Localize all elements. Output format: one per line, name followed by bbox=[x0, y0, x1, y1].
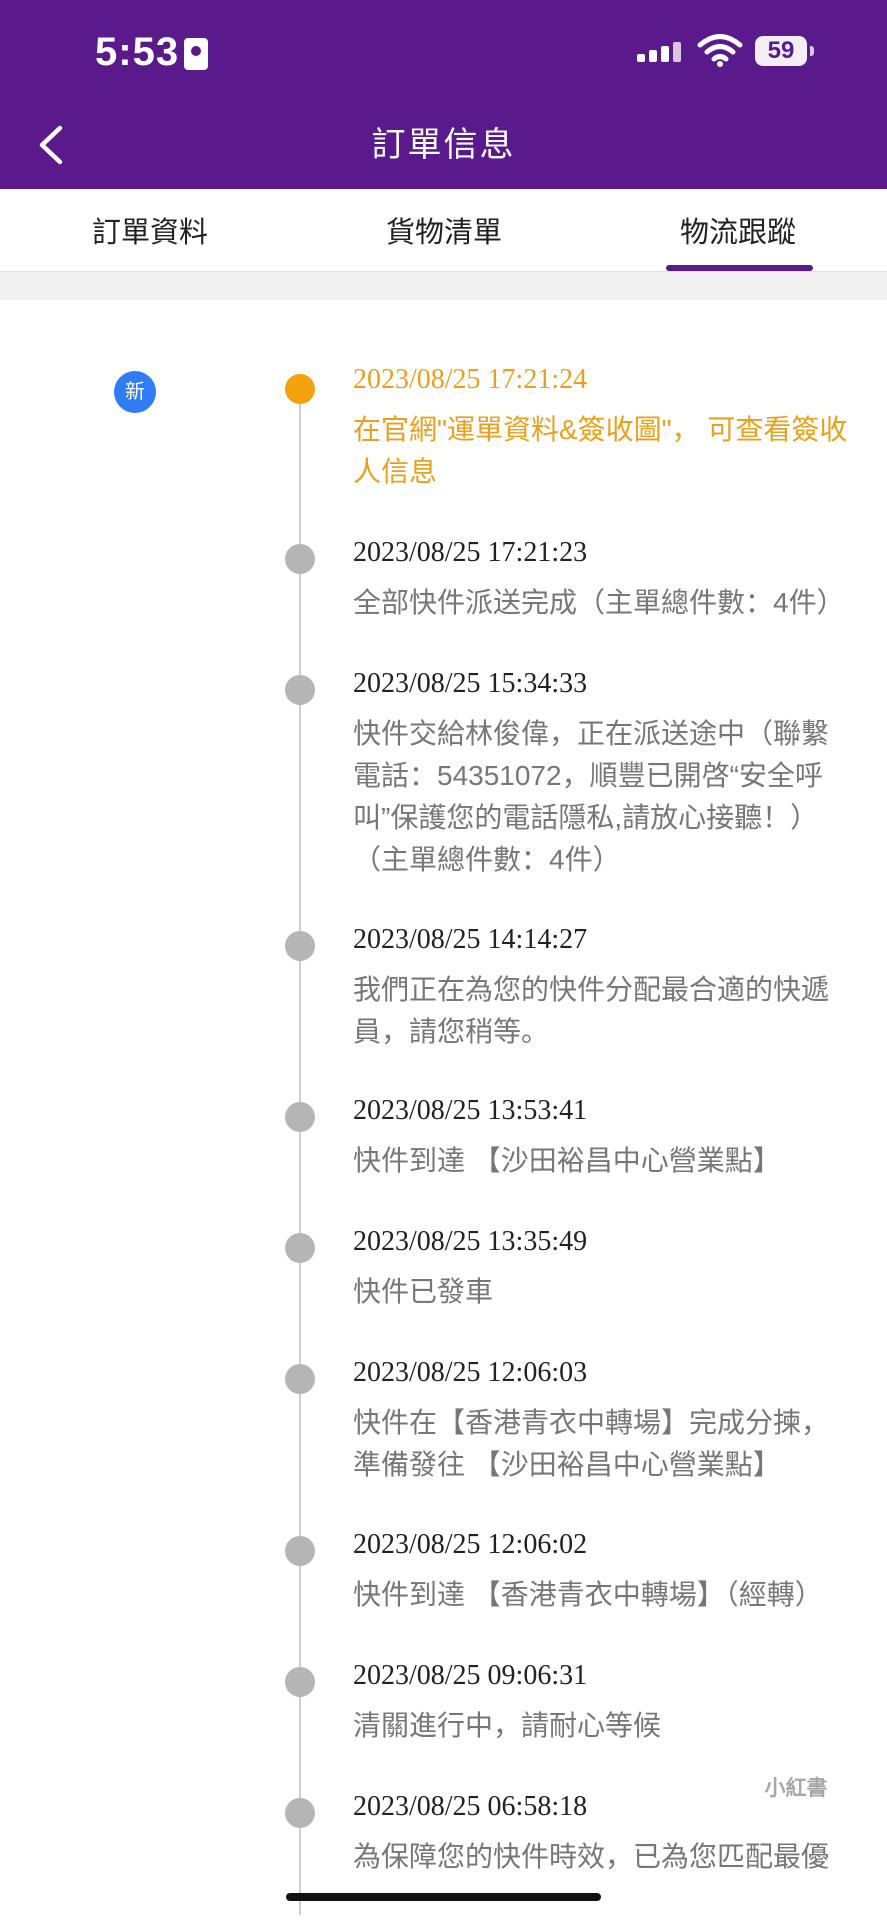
tab-order-info[interactable]: 訂單資料 bbox=[60, 189, 240, 271]
status-time: 5:53 bbox=[95, 30, 180, 74]
app-header: 5:53 59 訂單信息 bbox=[0, 0, 887, 189]
timeline-event: 2023/08/25 06:58:18 為保障您的快件時效，已為您匹配最優 bbox=[0, 300, 887, 1920]
tab-logistics-tracking[interactable]: 物流跟蹤 bbox=[648, 189, 828, 271]
tab-goods-list[interactable]: 貨物清單 bbox=[354, 189, 534, 271]
home-indicator bbox=[286, 1893, 601, 1901]
watermark: 小紅書 bbox=[758, 1768, 834, 1806]
id-card-icon bbox=[184, 38, 208, 70]
event-time: 2023/08/25 06:58:18 bbox=[353, 1791, 588, 1822]
event-description: 為保障您的快件時效，已為您匹配最優 bbox=[353, 1841, 830, 1872]
active-tab-indicator bbox=[666, 265, 813, 271]
page-title: 訂單信息 bbox=[371, 126, 516, 164]
logistics-timeline: 新 2023/08/25 17:21:24 在官網"運單資料&簽收圖"， 可查看… bbox=[0, 300, 887, 1920]
battery-indicator: 59 bbox=[755, 36, 807, 66]
tab-bar: 訂單資料 貨物清單 物流跟蹤 bbox=[0, 189, 887, 272]
wifi-icon bbox=[697, 34, 743, 67]
signal-icon bbox=[637, 42, 681, 62]
battery-cap-icon bbox=[810, 46, 814, 56]
section-divider bbox=[0, 272, 887, 300]
timeline-dot bbox=[285, 1798, 315, 1828]
